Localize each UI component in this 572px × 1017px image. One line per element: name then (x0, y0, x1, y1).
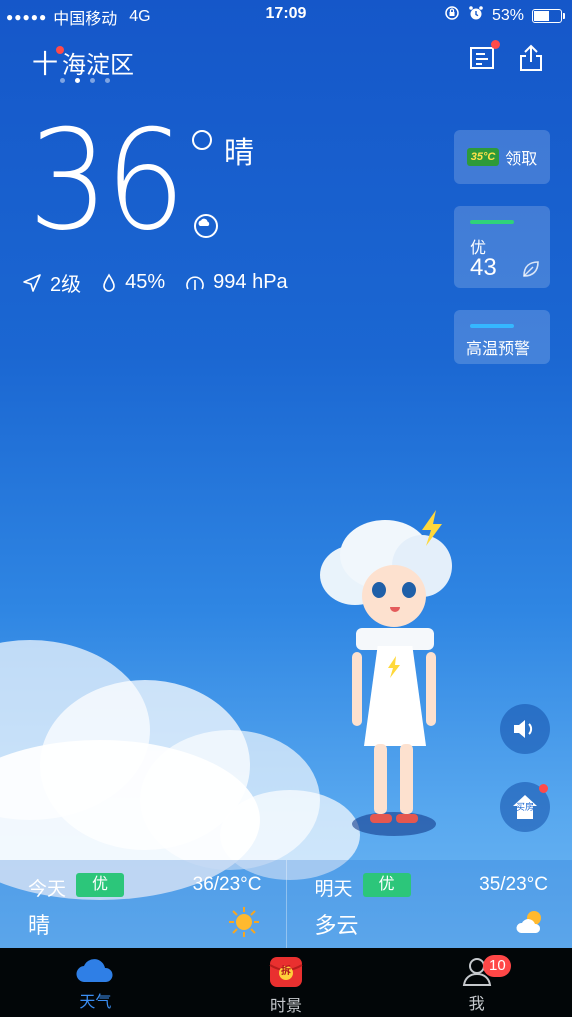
page-dot (90, 78, 95, 83)
house-badge-dot (539, 784, 548, 793)
battery-icon (532, 8, 565, 23)
battery-percent: 53% (491, 6, 524, 24)
page-dot (60, 78, 65, 83)
forecast-tomorrow[interactable]: 明天 优 35/23°C 多云 (285, 860, 572, 948)
forecast-temp-range: 36/23°C (192, 874, 262, 895)
red-packet-badge: 35°C (466, 148, 500, 166)
tab-label: 时景 (270, 998, 303, 1015)
notification-dot (56, 46, 65, 54)
forecast-day: 明天 (314, 879, 353, 900)
buy-house-button[interactable]: 买房 (500, 782, 550, 832)
pressure-info: 994 hPa (185, 271, 288, 294)
claim-label: 领取 (505, 151, 538, 168)
wind-level: 2级 (50, 274, 82, 296)
page-dot (105, 78, 110, 83)
weather-details: 2级 45% 994 hPa (22, 268, 302, 297)
share-button[interactable] (515, 42, 547, 74)
sun-icon (228, 907, 259, 937)
tab-me[interactable]: 10 我 (381, 948, 572, 1017)
aqi-value: 43 (470, 254, 497, 281)
forecast-condition: 多云 (314, 913, 359, 938)
heat-warning-card[interactable]: 高温预警 (454, 310, 550, 364)
page-dot-active (75, 78, 80, 83)
aqi-level-bar (470, 220, 514, 224)
air-quality-card[interactable]: 优 43 (454, 206, 550, 288)
humidity-icon (103, 272, 115, 292)
share-icon (520, 44, 542, 71)
warning-level-bar (470, 324, 514, 328)
speaker-icon (514, 720, 533, 738)
degree-symbol (192, 130, 212, 150)
forecast-condition: 晴 (28, 913, 51, 938)
alarm-icon (468, 5, 484, 26)
news-icon (470, 47, 494, 69)
forecast-quality-badge: 优 (362, 873, 411, 897)
city-selector[interactable]: 十 海淀区 (32, 44, 134, 81)
house-label: 买房 (516, 802, 535, 812)
humidity-info: 45% (101, 271, 165, 294)
warning-label: 高温预警 (466, 341, 531, 358)
partly-cloudy-icon (516, 911, 541, 933)
news-badge-dot (491, 40, 500, 49)
current-condition: 晴 (224, 137, 254, 170)
news-button[interactable] (466, 40, 500, 74)
tab-scenes[interactable]: 拆 时景 (191, 948, 382, 1017)
tab-label: 我 (468, 996, 485, 1013)
forecast-today[interactable]: 今天 优 36/23°C 晴 (0, 860, 286, 948)
forecast-strip: 今天 优 36/23°C 晴 明天 优 35/23°C 多云 (0, 860, 572, 948)
message-count-badge: 10 (483, 955, 512, 977)
wind-direction-icon (23, 273, 41, 292)
bottom-tab-bar: 天气 拆 时景 10 我 (0, 948, 572, 1017)
red-packet-text: 拆 (281, 966, 291, 977)
chat-bubble-icon[interactable] (194, 214, 218, 238)
lightning-icon (422, 510, 442, 546)
pressure-value: 994 hPa (213, 271, 288, 293)
pressure-icon (186, 275, 204, 290)
tab-weather[interactable]: 天气 (0, 948, 191, 1017)
forecast-day: 今天 (28, 879, 67, 900)
tab-label: 天气 (79, 994, 112, 1011)
page-indicator (60, 78, 110, 83)
leaf-icon (523, 261, 539, 277)
wind-info: 2级 (22, 268, 81, 297)
rotation-lock-icon (444, 5, 460, 26)
city-name: 海淀区 (62, 52, 135, 79)
current-temperature: 36 (28, 100, 186, 261)
voice-broadcast-button[interactable] (500, 704, 550, 754)
high-temp-red-packet-card[interactable]: 35°C 领取 (454, 130, 550, 184)
forecast-quality-badge: 优 (76, 873, 124, 897)
cloud-icon (76, 959, 113, 983)
humidity-value: 45% (125, 271, 166, 293)
forecast-temp-range: 35/23°C (479, 874, 548, 895)
status-bar: ●●●●● 中国移动 4G 17:09 53% (0, 0, 572, 28)
add-city-icon[interactable]: 十 (32, 44, 65, 81)
